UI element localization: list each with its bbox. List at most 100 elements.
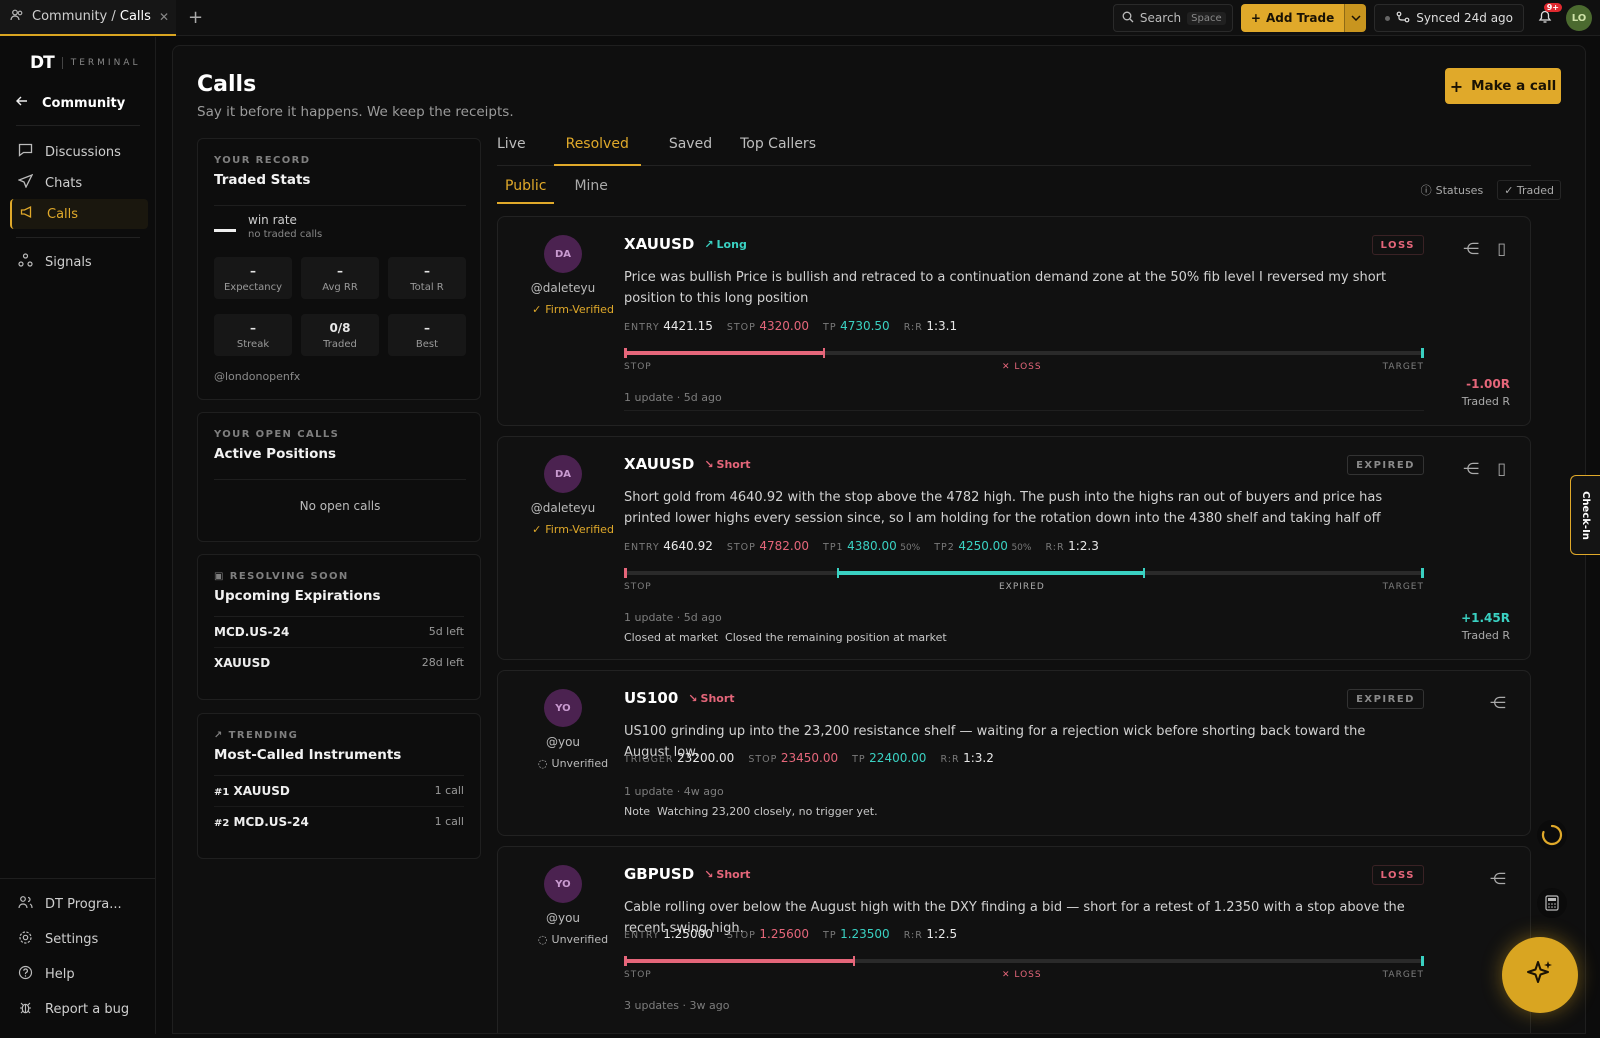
synced-label: Synced 24d ago <box>1416 11 1513 25</box>
trend-down-icon: ↘ <box>704 867 714 881</box>
share-icon[interactable]: ⋲ <box>1463 459 1479 478</box>
tab-live[interactable]: Live <box>497 136 526 166</box>
level-key: TP1 <box>823 542 844 553</box>
stat-expectancy: – Expectancy <box>214 257 292 299</box>
entry-marker <box>837 568 839 578</box>
notifications-button[interactable]: 9+ <box>1532 3 1562 31</box>
calendar-icon: ▣ <box>214 571 230 582</box>
send-icon <box>17 173 34 192</box>
stat-value: – <box>337 264 343 278</box>
tp2-value: 4250.00 <box>958 539 1008 553</box>
tab-resolved[interactable]: Resolved <box>553 136 641 166</box>
empty-state: No open calls <box>299 499 381 513</box>
price-marker <box>853 956 855 966</box>
avatar[interactable]: YO <box>544 865 582 903</box>
verification-badge: ✓ Firm-Verified <box>518 303 628 316</box>
sidebar-item-discussions[interactable]: Discussions <box>10 137 148 167</box>
kicker-text: TRENDING <box>228 730 299 741</box>
search-button[interactable]: Search Space <box>1112 4 1233 32</box>
outcome-label: EXPIRED <box>999 582 1045 592</box>
rr-value: 1:2.3 <box>1068 539 1099 553</box>
record-handle[interactable]: @londonopenfx <box>214 370 300 383</box>
back-to-community[interactable]: Community <box>16 95 125 111</box>
chevron-down-icon[interactable] <box>1344 4 1367 32</box>
direction-label: Short <box>716 867 751 881</box>
tab-saved[interactable]: Saved <box>669 136 712 166</box>
sidebar-item-settings[interactable]: Settings <box>10 924 148 954</box>
bookmark-icon[interactable]: ▯ <box>1497 239 1506 258</box>
make-call-label: Make a call <box>1471 78 1557 94</box>
share-icon[interactable]: ⋲ <box>1490 693 1506 712</box>
statuses-filter[interactable]: ⓘ Statuses <box>1415 180 1490 200</box>
direction-badge: ↘ Short <box>688 692 734 705</box>
call-card[interactable]: DA @daleteyu ✓ Firm-Verified XAUUSD ↗ Long … <box>497 216 1531 426</box>
sidebar-item-dt-program[interactable]: DT Progra... <box>10 889 148 919</box>
stat-value: – <box>424 264 430 278</box>
traded-filter[interactable]: ✓ Traded <box>1497 180 1561 200</box>
tab-mine[interactable]: Mine <box>566 178 615 204</box>
stop-value: 1.25600 <box>759 927 810 941</box>
list-item[interactable]: MCD.US-24 5d left <box>214 617 464 648</box>
sidebar-item-help[interactable]: Help <box>10 959 148 989</box>
r-label: Traded R <box>1461 395 1510 408</box>
calculator-icon[interactable] <box>1537 888 1567 918</box>
bookmark-icon[interactable]: ▯ <box>1497 459 1506 478</box>
direction-label: Short <box>700 691 735 705</box>
entry-value: 4421.15 <box>663 319 713 333</box>
ai-assistant-button[interactable] <box>1502 937 1578 1013</box>
target-label: TARGET <box>1382 582 1424 592</box>
sync-status[interactable]: Synced 24d ago <box>1374 4 1524 32</box>
sidebar-item-calls[interactable]: Calls <box>10 199 148 229</box>
verification-label: Unverified <box>551 757 609 770</box>
call-meta: 1 update · 4w ago <box>624 785 724 798</box>
level-key: ENTRY <box>624 322 660 333</box>
active-positions-card: YOUR OPEN CALLS Active Positions No open… <box>197 412 481 542</box>
call-card[interactable]: DA @daleteyu ✓ Firm-Verified XAUUSD ↘ Short… <box>497 436 1531 660</box>
tab-top-callers[interactable]: Top Callers <box>740 136 816 166</box>
check-in-tab[interactable]: Check-In <box>1570 475 1600 555</box>
sidebar-item-chats[interactable]: Chats <box>10 168 148 198</box>
tab-public[interactable]: Public <box>497 178 555 204</box>
instrument-name: MCD.US-24 <box>214 625 290 639</box>
target-label: TARGET <box>1382 362 1424 372</box>
avatar[interactable]: YO <box>544 689 582 727</box>
level-key: R:R <box>903 322 923 333</box>
list-item[interactable]: #1 XAUUSD 1 call <box>214 776 464 807</box>
card-kicker: ▣ RESOLVING SOON <box>214 571 464 582</box>
level-key: STOP <box>726 322 756 333</box>
call-card[interactable]: YO @you ◌ Unverified US100 ↘ Short EXPIRED … <box>497 670 1531 836</box>
call-author[interactable]: @daleteyu <box>518 501 608 515</box>
new-tab-icon[interactable]: + <box>188 7 203 28</box>
make-call-button[interactable]: + Make a call <box>1445 68 1561 104</box>
sidebar-item-signals[interactable]: Signals <box>10 247 148 277</box>
direction-badge: ↘ Short <box>704 868 750 881</box>
avatar[interactable]: DA <box>544 235 582 273</box>
share-icon[interactable]: ⋲ <box>1463 239 1479 258</box>
call-card[interactable]: YO @you ◌ Unverified GBPUSD ↘ Short LOSS ⋲ … <box>497 846 1531 1033</box>
plus-icon: + <box>1250 11 1261 25</box>
card-title: Traded Stats <box>214 172 311 188</box>
call-author[interactable]: @you <box>518 911 608 925</box>
card-kicker: ↗ TRENDING <box>214 730 464 741</box>
stop-marker <box>624 956 627 966</box>
close-icon[interactable]: ✕ <box>159 10 169 24</box>
outcome-label: ✕ LOSS <box>1002 970 1042 980</box>
level-key: STOP <box>748 754 778 765</box>
call-author[interactable]: @daleteyu <box>518 281 608 295</box>
window-tab-calls[interactable]: Community / Calls ✕ <box>0 0 176 36</box>
call-levels: ENTRY 1.25000 STOP 1.25600 TP 1.23500 R:… <box>624 927 957 941</box>
sidebar-item-report-bug[interactable]: Report a bug <box>10 994 148 1024</box>
progress-labels: STOP ✕ LOSS TARGET <box>624 970 1424 982</box>
add-trade-button[interactable]: + Add Trade <box>1240 4 1367 32</box>
list-item[interactable]: #2 MCD.US-24 1 call <box>214 807 464 837</box>
call-author[interactable]: @you <box>518 735 608 749</box>
tp-value: 4730.50 <box>840 319 890 333</box>
list-item[interactable]: XAUUSD 28d left <box>214 648 464 678</box>
loading-spinner-icon[interactable] <box>1537 820 1567 850</box>
share-icon[interactable]: ⋲ <box>1490 869 1506 888</box>
time-left: 5d left <box>428 625 464 638</box>
user-avatar[interactable]: LO <box>1566 5 1592 31</box>
level-key: R:R <box>903 930 923 941</box>
gear-icon <box>18 930 33 949</box>
avatar[interactable]: DA <box>544 455 582 493</box>
